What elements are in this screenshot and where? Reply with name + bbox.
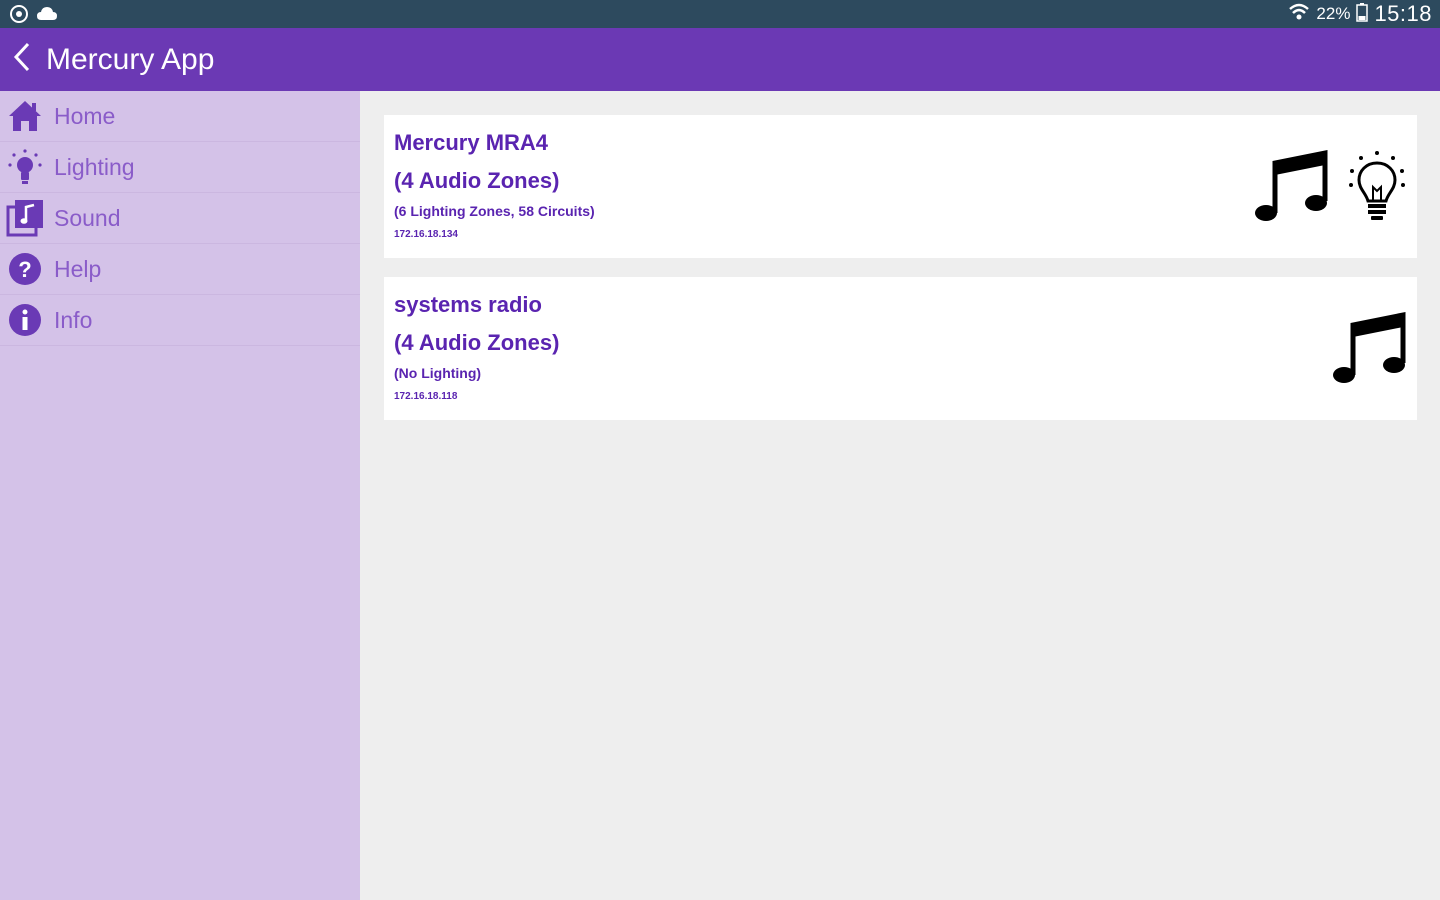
back-button[interactable] [2,28,42,91]
device-card[interactable]: Mercury MRA4 (4 Audio Zones) (6 Lighting… [384,115,1417,258]
sidebar-item-label: Home [54,102,116,129]
device-name: Mercury MRA4 [394,130,549,155]
wifi-icon [1288,2,1310,27]
device-list: Mercury MRA4 (4 Audio Zones) (6 Lighting… [360,91,1440,900]
device-ip: 172.16.18.118 [394,391,458,402]
sidebar: Home Lighting Sound ? Help Info [0,91,360,900]
device-lighting-info: (6 Lighting Zones, 58 Circuits) [394,203,595,219]
cloud-icon [36,4,58,29]
info-icon [0,302,50,338]
sidebar-item-label: Lighting [54,153,135,180]
sidebar-item-home[interactable]: Home [0,91,360,142]
music-note-icon [1331,311,1407,392]
sidebar-item-lighting[interactable]: Lighting [0,142,360,193]
clock: 15:18 [1374,1,1432,26]
battery-level: 22% [1316,4,1351,23]
music-library-icon [0,198,50,238]
device-audio-zones: (4 Audio Zones) [394,330,560,355]
music-note-icon [1253,149,1329,230]
settings-icon [8,4,30,29]
app-bar: Mercury App [0,28,1440,91]
page-title: Mercury App [46,42,215,76]
sidebar-item-label: Help [54,255,102,282]
battery-icon [1356,2,1369,27]
sidebar-item-sound[interactable]: Sound [0,193,360,244]
device-ip: 172.16.18.134 [394,229,458,240]
device-lighting-info: (No Lighting) [394,365,482,381]
device-card[interactable]: systems radio (4 Audio Zones) (No Lighti… [384,277,1417,420]
sidebar-item-help[interactable]: ? Help [0,244,360,295]
sidebar-item-label: Sound [54,204,121,231]
sidebar-item-label: Info [54,306,93,333]
device-audio-zones: (4 Audio Zones) [394,168,560,193]
chevron-left-icon [12,41,32,78]
lightbulb-icon [1347,149,1407,230]
help-icon: ? [0,251,50,287]
lightbulb-icon [0,147,50,187]
status-bar: 22% 15:18 [0,0,1440,28]
svg-text:?: ? [18,257,31,282]
device-name: systems radio [394,292,542,317]
home-icon [0,98,50,134]
sidebar-item-info[interactable]: Info [0,295,360,346]
